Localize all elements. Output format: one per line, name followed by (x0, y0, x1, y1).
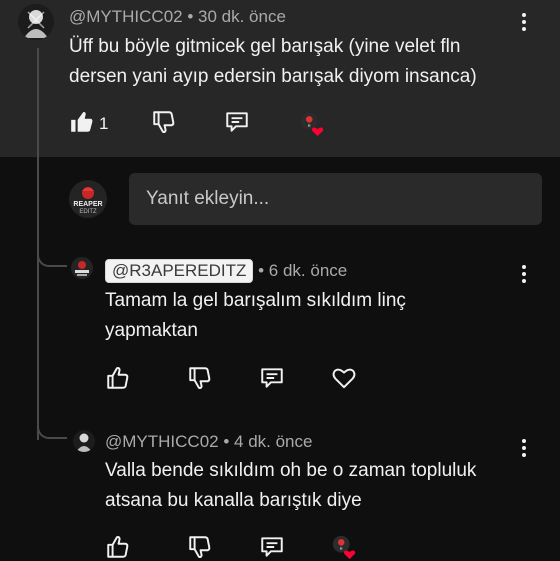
comment-meta: @MYTHICC02 • 30 dk. önce (69, 7, 286, 27)
reply-time: • 6 dk. önce (258, 261, 348, 280)
svg-text:EDITZ: EDITZ (79, 209, 97, 215)
reply-meta: @R3APEREDITZ • 6 dk. önce (105, 259, 347, 283)
svg-text:R: R (340, 547, 343, 551)
reply-text-line-2: yapmaktan (105, 320, 198, 341)
reply-time: • 4 dk. önce (223, 432, 313, 451)
comment-options-button[interactable] (514, 10, 534, 34)
reply-options-button[interactable] (514, 436, 534, 460)
svg-text:R: R (308, 124, 311, 128)
creator-heart-icon: R (332, 535, 356, 560)
comment-time: • 30 dk. önce (187, 7, 286, 26)
like-count: 1 (99, 114, 109, 133)
thread-line (37, 48, 39, 440)
comment-text-line-1: Üff bu böyle gitmicek gel barışak (yine … (69, 36, 461, 57)
commenter-handle[interactable]: @MYTHICC02 (69, 7, 183, 26)
dislike-button[interactable] (186, 533, 214, 561)
thumbs-down-icon (189, 367, 211, 390)
thumbs-up-filled-icon (71, 111, 93, 132)
reply-button[interactable] (223, 108, 251, 136)
thread-connector-2 (37, 425, 67, 439)
reply-handle[interactable]: @MYTHICC02 (105, 432, 219, 451)
reply-text: Tamam la gel barışalım sıkıldım linç yap… (105, 286, 406, 346)
thumbs-down-icon (153, 111, 175, 134)
reply-options-button[interactable] (514, 262, 534, 286)
thread-connector-1 (37, 253, 67, 267)
reply-text: Valla bende sıkıldım oh be o zaman toplu… (105, 456, 476, 516)
like-button[interactable] (68, 108, 96, 136)
comment-text-line-2: dersen yani ayıp edersin barışak diyom i… (69, 66, 477, 87)
reply-avatar[interactable] (73, 430, 95, 452)
comment-icon (226, 112, 248, 132)
like-button[interactable] (104, 364, 132, 392)
heart-icon (332, 368, 356, 389)
svg-text:REAPER: REAPER (73, 201, 102, 208)
thumbs-up-icon (107, 366, 129, 389)
reply-meta: @MYTHICC02 • 4 dk. önce (105, 432, 312, 452)
reply-input-placeholder: Yanıt ekleyin... (146, 188, 270, 209)
reply-text-line-1: Valla bende sıkıldım oh be o zaman toplu… (105, 460, 477, 481)
reply-text-line-2: atsana bu kanalla barıştık diye (105, 490, 362, 511)
thumbs-down-icon (189, 536, 211, 559)
dislike-button[interactable] (186, 364, 214, 392)
reply-button[interactable] (258, 533, 286, 561)
reply-text-line-1: Tamam la gel barışalım sıkıldım linç (105, 290, 406, 311)
creator-heart-badge: R (330, 533, 358, 561)
reply-button[interactable] (258, 364, 286, 392)
comment-icon (261, 537, 283, 557)
like-button[interactable] (104, 533, 132, 561)
creator-heart-icon: R (300, 112, 324, 137)
dislike-button[interactable] (150, 108, 178, 136)
comment-text: Üff bu böyle gitmicek gel barışak (yine … (69, 32, 477, 92)
heart-button[interactable] (330, 364, 358, 392)
reply-avatar[interactable] (71, 257, 93, 279)
creator-heart-badge: R (298, 110, 326, 138)
thumbs-up-icon (107, 535, 129, 558)
comment-icon (261, 368, 283, 388)
commenter-avatar[interactable] (18, 4, 54, 40)
current-user-avatar[interactable]: REAPER EDITZ (69, 180, 107, 218)
reply-input[interactable]: Yanıt ekleyin... (129, 173, 542, 225)
reply-handle[interactable]: @R3APEREDITZ (105, 259, 254, 283)
